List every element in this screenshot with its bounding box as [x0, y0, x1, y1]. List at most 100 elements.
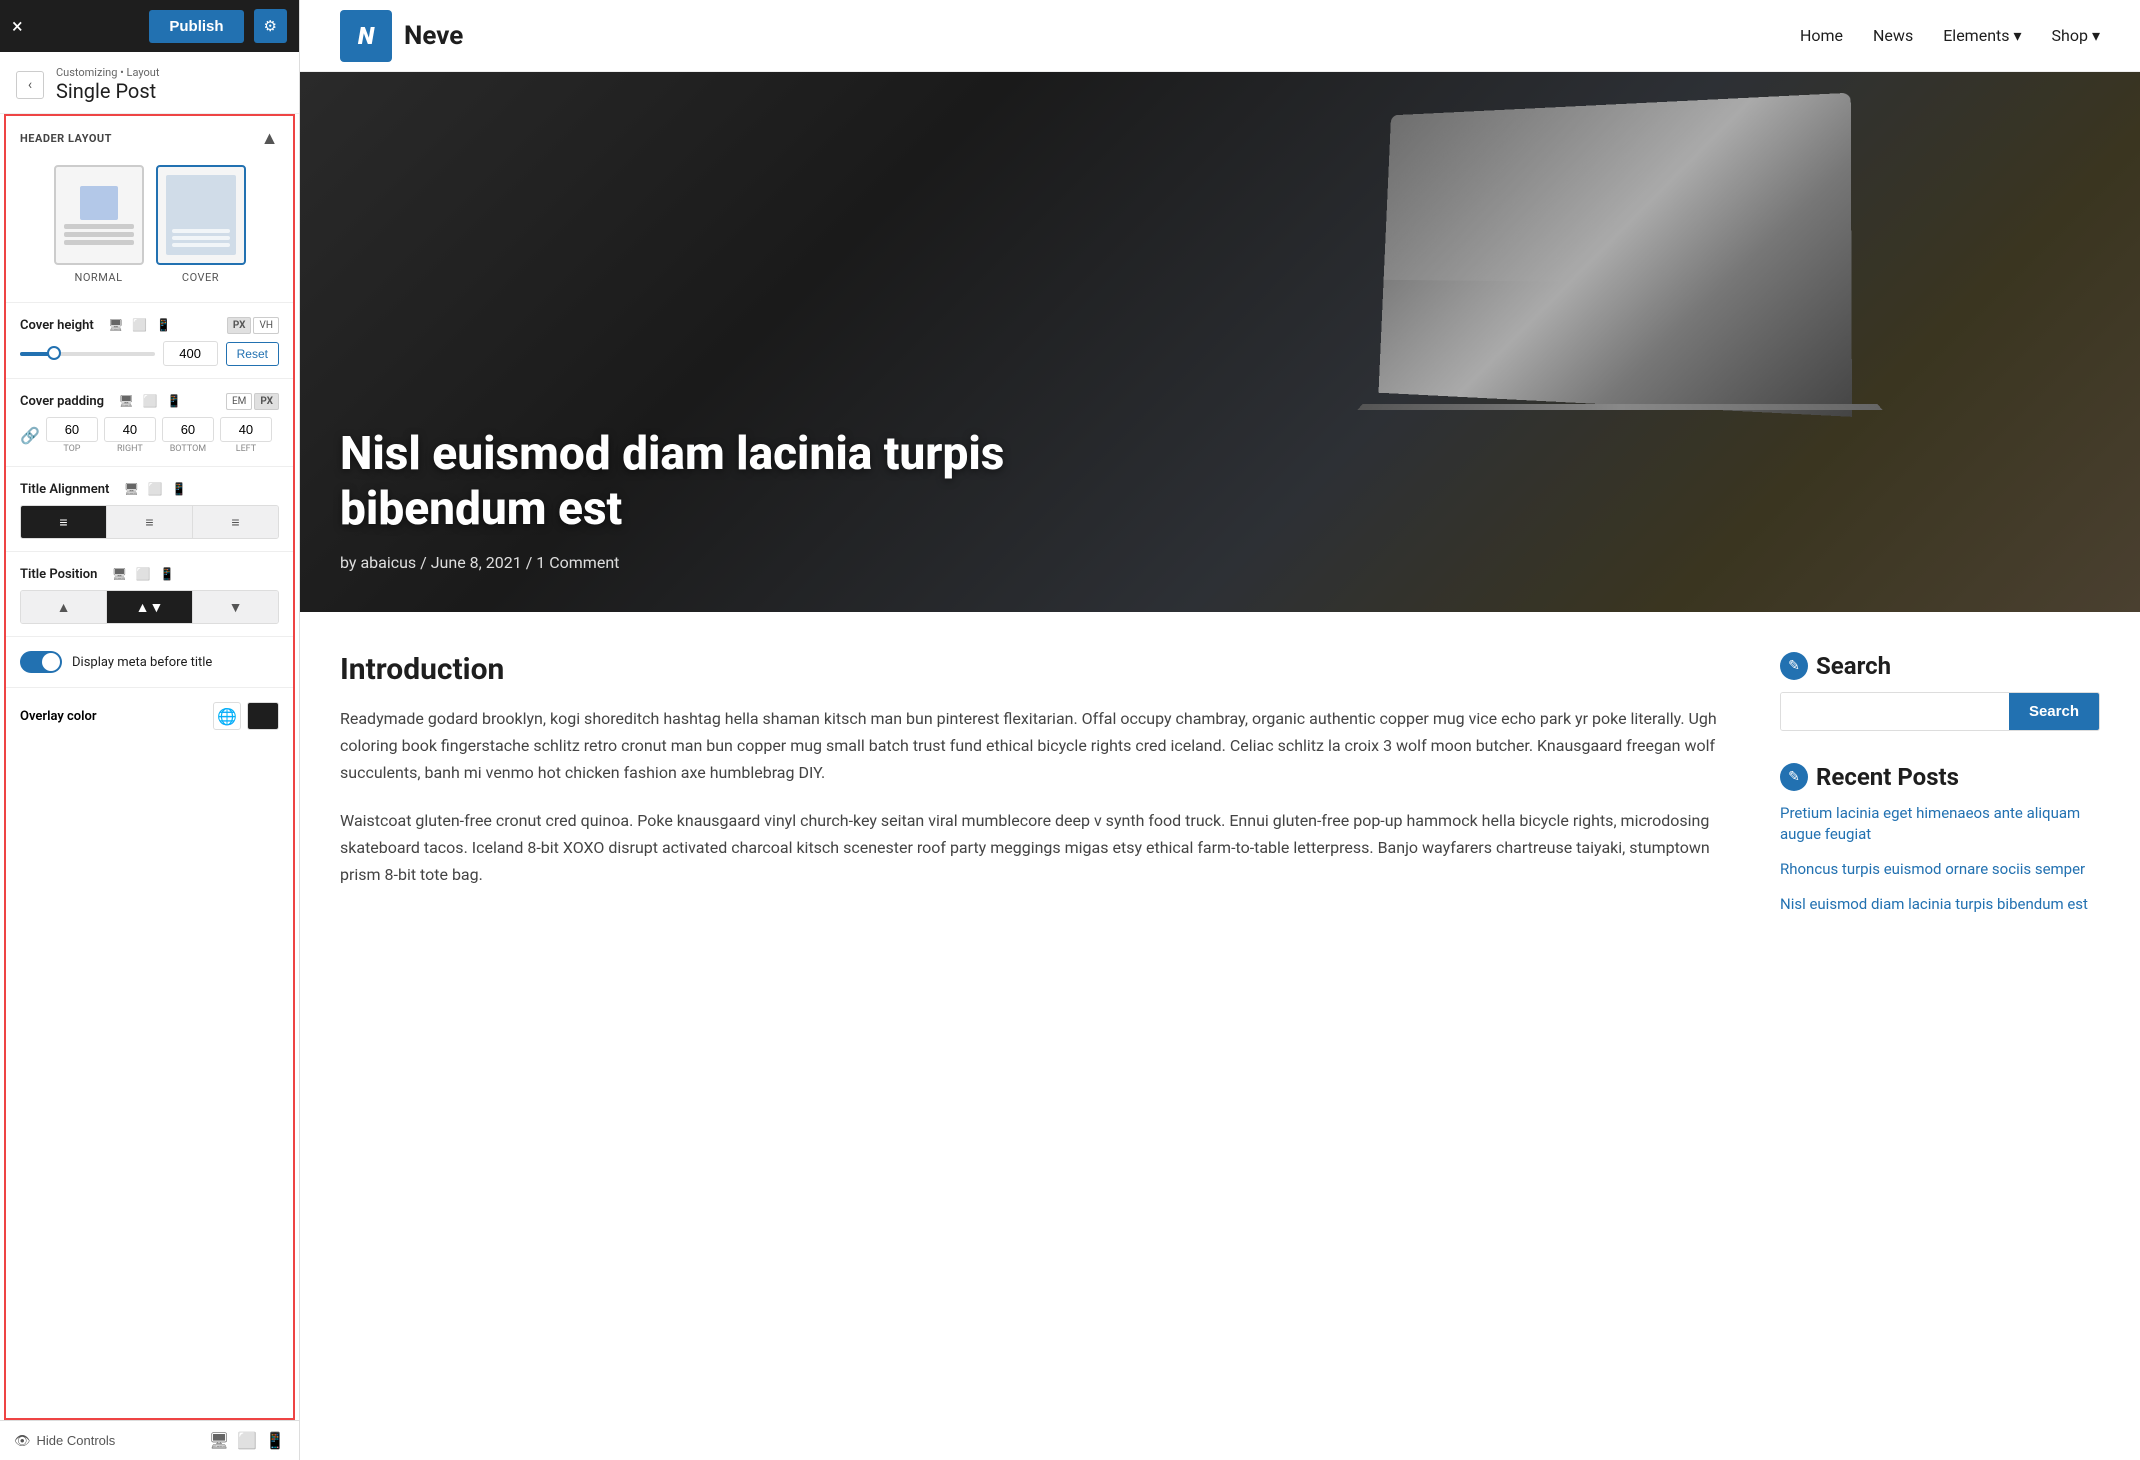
nav-shop[interactable]: Shop ▾ [2052, 26, 2100, 45]
breadcrumb-bar: ‹ Customizing • Layout Single Post [0, 52, 299, 114]
logo-icon: N [340, 10, 392, 62]
recent-post-link-2[interactable]: Rhoncus turpis euismod ornare sociis sem… [1780, 860, 2085, 878]
cover-height-input[interactable] [163, 341, 218, 366]
title-pos-mobile-icon[interactable]: 📱 [157, 564, 177, 584]
cover-padding-mobile-icon[interactable]: 📱 [164, 391, 184, 411]
header-layout-section: HEADER LAYOUT ▲ [6, 116, 293, 157]
align-center-button[interactable]: ≡ [107, 506, 193, 538]
layout-cover-label: COVER [182, 271, 219, 284]
unit-vh-badge[interactable]: VH [253, 317, 279, 334]
cover-padding-inputs: 🔗 TOP RIGHT BOTTOM LEFT [20, 417, 279, 454]
article-body: Readymade godard brooklyn, kogi shoredit… [340, 705, 1720, 888]
padding-right-input[interactable] [104, 417, 156, 442]
layout-normal-lines [64, 224, 134, 245]
breadcrumb-text: Customizing • Layout Single Post [56, 66, 159, 103]
hide-controls-label: Hide Controls [37, 1433, 116, 1448]
padding-right-group: RIGHT [104, 417, 156, 454]
publish-button[interactable]: Publish [149, 10, 243, 43]
hero-meta: by abaicus / June 8, 2021 / 1 Comment [340, 553, 1140, 572]
divider-3 [6, 466, 293, 467]
layout-option-normal[interactable]: NORMAL [54, 165, 144, 284]
link-padding-icon[interactable]: 🔗 [20, 426, 40, 445]
cover-padding-tablet-icon[interactable]: ⬜ [140, 391, 160, 411]
nav-elements[interactable]: Elements ▾ [1943, 26, 2021, 45]
breadcrumb-path: Customizing • Layout [56, 66, 159, 79]
recent-post-item-1: Pretium lacinia eget himenaeos ante aliq… [1780, 803, 2100, 845]
title-pos-desktop-icon[interactable]: 🖥 [109, 564, 129, 584]
bottom-tablet-icon[interactable]: ⬜ [237, 1431, 257, 1450]
title-align-mobile-icon[interactable]: 📱 [169, 479, 189, 499]
overlay-color-row: Overlay color 🌐 [6, 692, 293, 740]
display-meta-toggle[interactable] [20, 651, 62, 673]
overlay-color-swatch[interactable] [247, 702, 279, 730]
section-toggle-button[interactable]: ▲ [261, 128, 279, 149]
layout-normal-image [80, 186, 118, 220]
tablet-icon[interactable]: ⬜ [130, 315, 150, 335]
search-input[interactable] [1781, 693, 2009, 730]
cover-height-label: Cover height [20, 318, 94, 333]
align-left-button[interactable]: ≡ [21, 506, 107, 538]
title-alignment-label-row: Title Alignment 🖥 ⬜ 📱 [20, 479, 279, 499]
hero-section: Nisl euismod diam lacinia turpis bibendu… [300, 72, 2140, 612]
close-button[interactable]: × [12, 14, 23, 38]
overlay-color-label: Overlay color [20, 709, 97, 724]
shop-dropdown-icon: ▾ [2092, 26, 2100, 45]
hide-controls-button[interactable]: 👁 Hide Controls [14, 1433, 115, 1449]
cover-height-slider-row: Reset [20, 341, 279, 366]
search-widget-icon: ✎ [1780, 652, 1808, 680]
divider-1 [6, 302, 293, 303]
position-bottom-button[interactable]: ▼ [193, 591, 278, 623]
unit-px-badge[interactable]: PX [227, 317, 252, 334]
cover-height-slider-thumb[interactable] [47, 346, 61, 360]
layout-option-cover[interactable]: COVER [156, 165, 246, 284]
cover-padding-unit-badges: EM PX [226, 393, 279, 410]
search-submit-button[interactable]: Search [2009, 693, 2099, 730]
title-pos-tablet-icon[interactable]: ⬜ [133, 564, 153, 584]
cover-padding-unit-em[interactable]: EM [226, 393, 252, 410]
title-align-tablet-icon[interactable]: ⬜ [145, 479, 165, 499]
cover-padding-desktop-icon[interactable]: 🖥 [116, 391, 136, 411]
recent-post-link-3[interactable]: Nisl euismod diam lacinia turpis bibendu… [1780, 895, 2088, 913]
padding-top-input[interactable] [46, 417, 98, 442]
recent-posts-widget: ✎ Recent Posts Pretium lacinia eget hime… [1780, 763, 2100, 915]
title-align-desktop-icon[interactable]: 🖥 [121, 479, 141, 499]
bottom-mobile-icon[interactable]: 📱 [265, 1431, 285, 1450]
cover-height-slider-track[interactable] [20, 352, 155, 356]
hero-laptop [1360, 102, 1940, 482]
search-widget-title: Search [1816, 652, 1891, 680]
position-top-button[interactable]: ▲ [21, 591, 107, 623]
align-right-button[interactable]: ≡ [193, 506, 278, 538]
customizer-controls-panel: HEADER LAYOUT ▲ NORMAL [4, 114, 295, 1420]
position-middle-button[interactable]: ▲▼ [107, 591, 193, 623]
padding-left-input[interactable] [220, 417, 272, 442]
article-para-1: Readymade godard brooklyn, kogi shoredit… [340, 705, 1720, 787]
title-position-label-row: Title Position 🖥 ⬜ 📱 [20, 564, 279, 584]
eye-icon: 👁 [14, 1433, 31, 1449]
layout-line-2 [64, 232, 134, 237]
bottom-desktop-icon[interactable]: 🖥 [209, 1431, 229, 1450]
unit-badges: PX VH [227, 317, 279, 334]
cover-height-control: Cover height 🖥 ⬜ 📱 PX VH Reset [6, 307, 293, 374]
cover-height-reset-button[interactable]: Reset [226, 342, 279, 366]
title-alignment-buttons: ≡ ≡ ≡ [20, 505, 279, 539]
overlay-color-controls: 🌐 [213, 702, 279, 730]
recent-post-link-1[interactable]: Pretium lacinia eget himenaeos ante aliq… [1780, 804, 2080, 843]
layout-cover-line-3 [172, 243, 230, 247]
cover-padding-unit-px[interactable]: PX [254, 393, 279, 410]
laptop-screen [1378, 93, 1851, 417]
back-button[interactable]: ‹ [16, 71, 44, 99]
desktop-icon[interactable]: 🖥 [106, 315, 126, 335]
recent-post-item-2: Rhoncus turpis euismod ornare sociis sem… [1780, 859, 2100, 880]
body-content: Introduction Readymade godard brooklyn, … [300, 612, 2140, 1460]
nav-news[interactable]: News [1873, 26, 1913, 45]
mobile-icon[interactable]: 📱 [154, 315, 174, 335]
settings-gear-button[interactable]: ⚙ [254, 9, 287, 43]
laptop-base [1357, 404, 1883, 410]
padding-bottom-input[interactable] [162, 417, 214, 442]
search-title-row: ✎ Search [1780, 652, 2100, 680]
site-logo[interactable]: N Neve [340, 10, 463, 62]
site-name: Neve [404, 21, 463, 51]
overlay-globe-button[interactable]: 🌐 [213, 702, 241, 730]
main-article: Introduction Readymade godard brooklyn, … [340, 652, 1780, 1420]
nav-home[interactable]: Home [1800, 26, 1843, 45]
